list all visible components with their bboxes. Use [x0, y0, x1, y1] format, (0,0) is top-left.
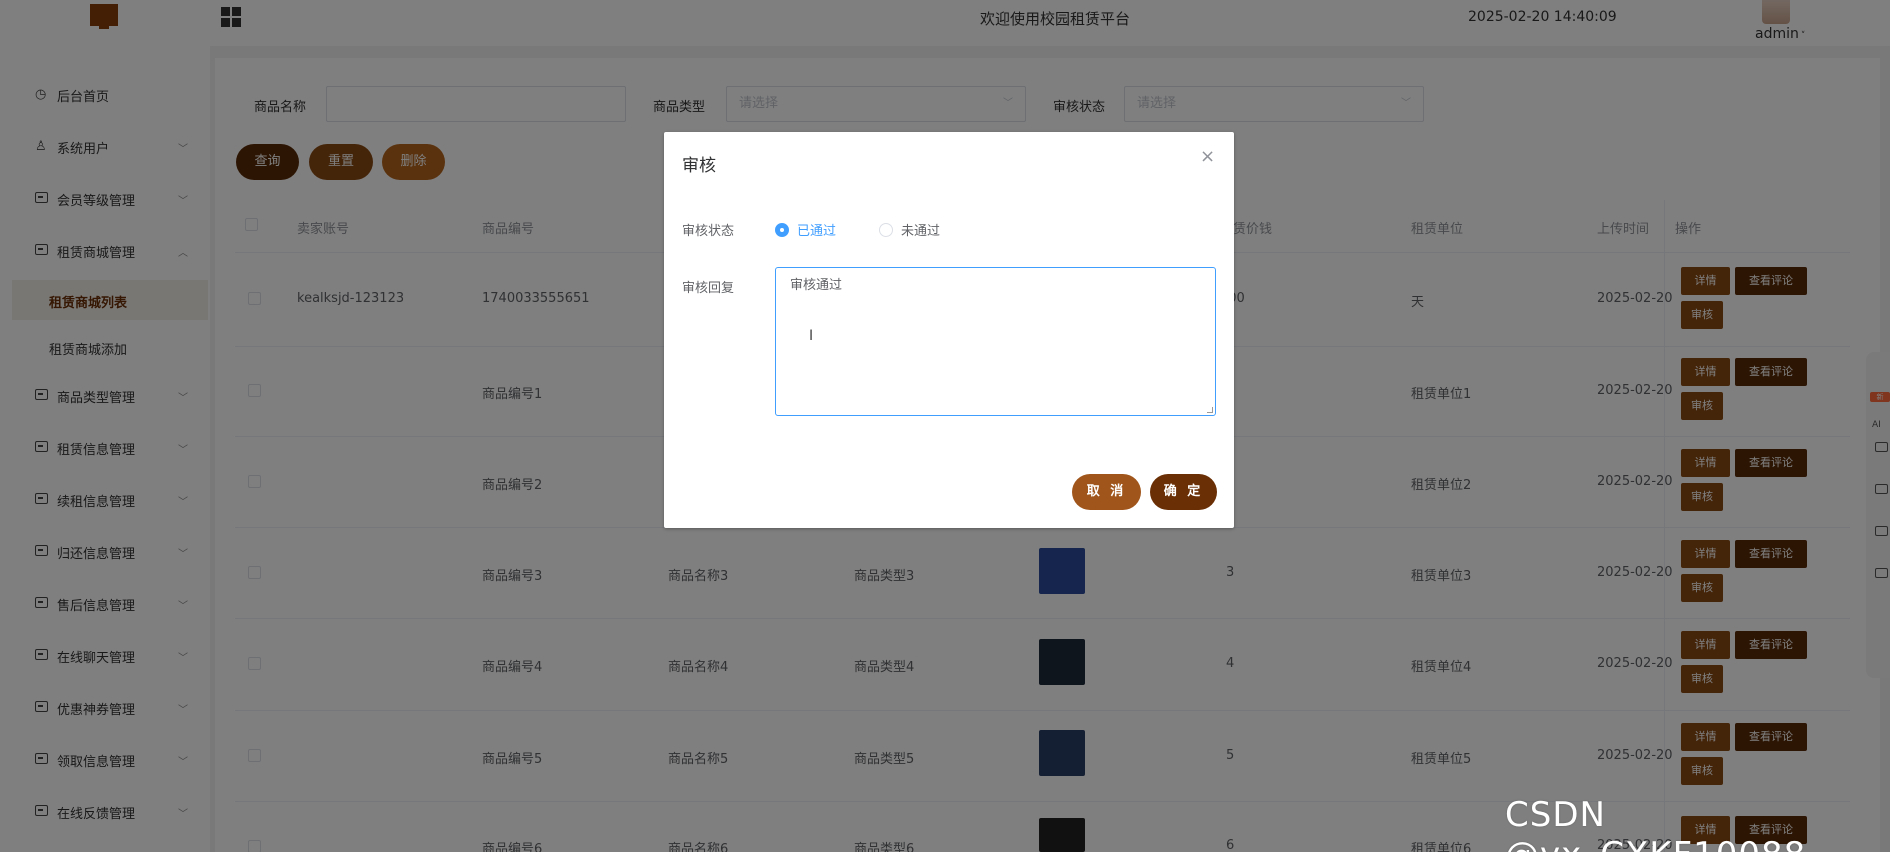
textarea-value: 审核通过 — [790, 278, 843, 293]
audit-dialog: 审核 × 审核状态 已通过 未通过 审核回复 审核通过 I 取 消 确 定 — [664, 132, 1234, 528]
radio-label: 已通过 — [797, 224, 837, 239]
text-cursor-icon: I — [809, 328, 814, 344]
close-icon[interactable]: × — [1200, 146, 1215, 167]
watermark: CSDN @vx_CXKF10088 — [1505, 795, 1805, 852]
confirm-button[interactable]: 确 定 — [1150, 474, 1217, 510]
radio-label: 未通过 — [901, 224, 941, 239]
radio-passed[interactable]: 已通过 — [775, 220, 836, 239]
resize-handle-icon[interactable] — [1207, 407, 1213, 413]
audit-reply-label: 审核回复 — [682, 281, 735, 296]
cancel-button[interactable]: 取 消 — [1072, 474, 1141, 510]
radio-dot — [879, 222, 893, 237]
audit-reply-textarea[interactable]: 审核通过 — [775, 267, 1216, 416]
dialog-title: 审核 — [682, 156, 716, 176]
audit-status-label: 审核状态 — [682, 224, 735, 239]
radio-failed[interactable]: 未通过 — [879, 220, 940, 239]
radio-dot — [775, 222, 789, 237]
